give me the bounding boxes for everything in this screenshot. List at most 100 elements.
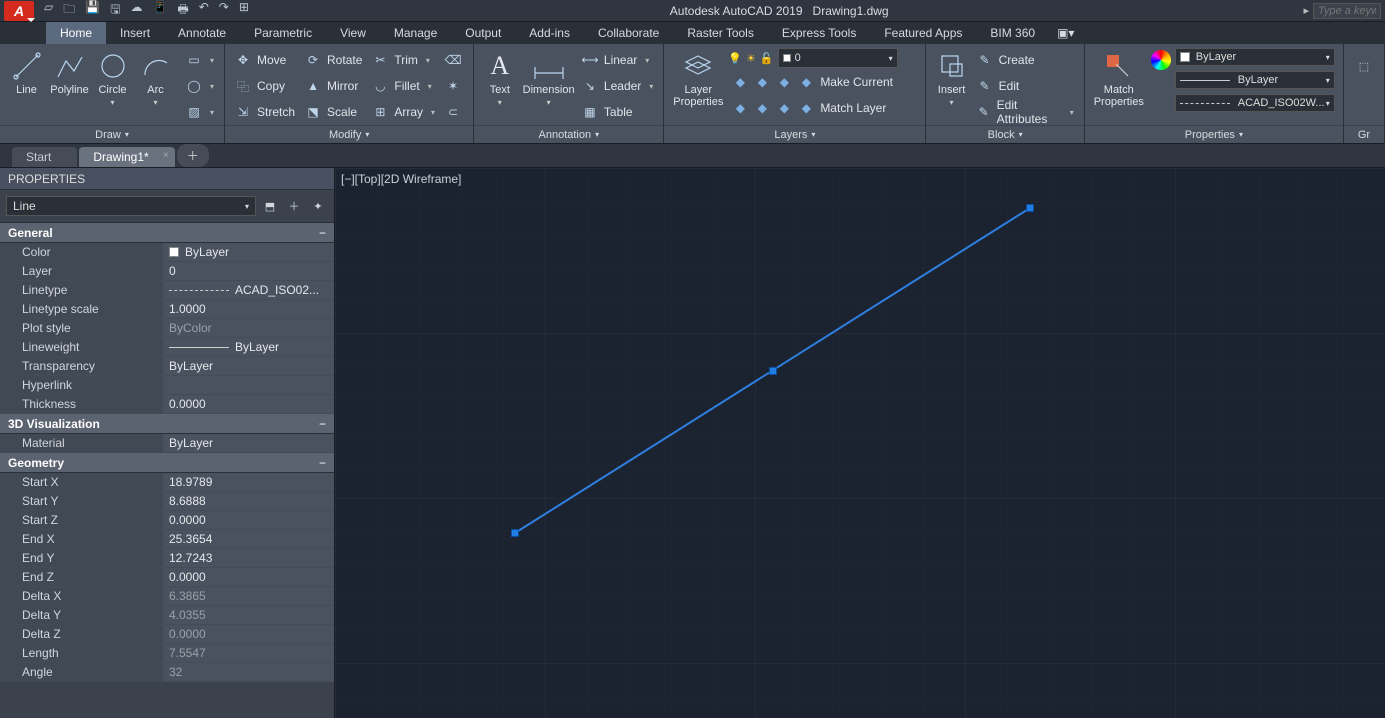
toggle-pickadd-icon[interactable]: ⬒: [260, 196, 280, 216]
prop-row-end-x[interactable]: End X25.3654: [0, 530, 334, 549]
panel-groups-caption[interactable]: Gr: [1344, 125, 1384, 143]
fillet-button[interactable]: ◡Fillet▾: [368, 74, 439, 98]
color-combo[interactable]: ByLayer▾: [1175, 48, 1335, 66]
panel-properties-caption[interactable]: Properties▾: [1085, 125, 1343, 143]
prop-value[interactable]: ByLayer: [163, 338, 334, 356]
prop-row-delta-y[interactable]: Delta Y4.0355: [0, 606, 334, 625]
draw-hatch-icon[interactable]: ▨▾: [182, 100, 218, 124]
qat-undo-icon[interactable]: ↶: [199, 0, 209, 21]
tab-options-icon[interactable]: ▣▾: [1049, 22, 1082, 44]
prop-value[interactable]: ByColor: [163, 319, 334, 337]
prop-row-start-x[interactable]: Start X18.9789: [0, 473, 334, 492]
tab-annotate[interactable]: Annotate: [164, 22, 240, 44]
tab-manage[interactable]: Manage: [380, 22, 451, 44]
selected-line[interactable]: [335, 168, 1385, 718]
linetype-combo[interactable]: ACAD_ISO02W...▾: [1175, 94, 1335, 112]
prop-row-thickness[interactable]: Thickness0.0000: [0, 395, 334, 414]
layer-properties-button[interactable]: Layer Properties: [670, 48, 726, 108]
tab-view[interactable]: View: [326, 22, 380, 44]
prop-value[interactable]: 0.0000: [163, 625, 334, 643]
prop-value[interactable]: 7.5547: [163, 644, 334, 662]
section-geometry[interactable]: Geometry−: [0, 453, 334, 473]
close-icon[interactable]: ×: [163, 150, 169, 161]
prop-row-end-z[interactable]: End Z0.0000: [0, 568, 334, 587]
offset-icon[interactable]: ⊂: [441, 100, 465, 124]
tab-bim-360[interactable]: BIM 360: [976, 22, 1049, 44]
block-create-button[interactable]: ✎Create: [973, 48, 1078, 72]
qat-cloud-icon[interactable]: ☁: [130, 0, 142, 21]
panel-block-caption[interactable]: Block▾: [926, 125, 1083, 143]
tab-express-tools[interactable]: Express Tools: [768, 22, 870, 44]
panel-draw-caption[interactable]: Draw▾: [0, 125, 224, 143]
panel-annotation-caption[interactable]: Annotation▾: [474, 125, 663, 143]
prop-row-transparency[interactable]: TransparencyByLayer: [0, 357, 334, 376]
prop-value[interactable]: 0.0000: [163, 511, 334, 529]
prop-value[interactable]: 25.3654: [163, 530, 334, 548]
arc-button[interactable]: Arc▾: [135, 48, 176, 107]
help-search[interactable]: [1313, 3, 1381, 19]
prop-row-plot-style[interactable]: Plot styleByColor: [0, 319, 334, 338]
match-properties-button[interactable]: Match Properties: [1091, 48, 1147, 108]
new-tab-button[interactable]: ＋: [177, 144, 209, 167]
block-edit-button[interactable]: ✎Edit: [973, 74, 1078, 98]
prop-value[interactable]: [163, 376, 334, 394]
dimension-button[interactable]: Dimension▾: [521, 48, 576, 107]
grip-start[interactable]: [511, 529, 519, 537]
prop-value[interactable]: 18.9789: [163, 473, 334, 491]
layer-bulb-icon[interactable]: 💡: [728, 52, 742, 65]
copy-button[interactable]: ⿻Copy: [231, 74, 299, 98]
prop-value[interactable]: 6.3865: [163, 587, 334, 605]
infocenter-arrow-icon[interactable]: ▸: [1303, 4, 1309, 17]
drawing-canvas[interactable]: [−][Top][2D Wireframe]: [335, 168, 1385, 718]
panel-modify-caption[interactable]: Modify▾: [225, 125, 473, 143]
app-menu-button[interactable]: A: [4, 1, 34, 21]
layer-sun-icon[interactable]: ☀: [746, 52, 756, 65]
file-tab-start[interactable]: Start: [12, 147, 77, 167]
qat-redo-icon[interactable]: ↷: [219, 0, 229, 21]
prop-row-material[interactable]: MaterialByLayer: [0, 434, 334, 453]
tab-add-ins[interactable]: Add-ins: [515, 22, 584, 44]
help-search-input[interactable]: [1313, 3, 1381, 19]
prop-row-linetype[interactable]: LinetypeACAD_ISO02...: [0, 281, 334, 300]
tab-output[interactable]: Output: [451, 22, 515, 44]
panel-layers-caption[interactable]: Layers▾: [664, 125, 925, 143]
prop-row-linetype-scale[interactable]: Linetype scale1.0000: [0, 300, 334, 319]
section-general[interactable]: General−: [0, 223, 334, 243]
match-layer-button[interactable]: ◆ ◆ ◆ ◆ Match Layer: [728, 96, 919, 120]
file-tab-drawing1[interactable]: Drawing1*×: [79, 147, 174, 167]
insert-button[interactable]: Insert▾: [932, 48, 970, 107]
prop-row-delta-x[interactable]: Delta X6.3865: [0, 587, 334, 606]
prop-value[interactable]: 8.6888: [163, 492, 334, 510]
section-3d-visualization[interactable]: 3D Visualization−: [0, 414, 334, 434]
tab-parametric[interactable]: Parametric: [240, 22, 326, 44]
draw-rectangle-icon[interactable]: ▭▾: [182, 48, 218, 72]
qat-mobile-icon[interactable]: 📱: [152, 0, 167, 21]
prop-value[interactable]: ACAD_ISO02...: [163, 281, 334, 299]
grip-mid[interactable]: [769, 367, 777, 375]
prop-row-color[interactable]: ColorByLayer: [0, 243, 334, 262]
qat-new-icon[interactable]: ▱: [44, 0, 53, 21]
tab-raster-tools[interactable]: Raster Tools: [673, 22, 767, 44]
circle-button[interactable]: Circle▾: [92, 48, 133, 107]
prop-row-end-y[interactable]: End Y12.7243: [0, 549, 334, 568]
qat-plot-icon[interactable]: 🖶: [177, 0, 188, 21]
prop-row-lineweight[interactable]: LineweightByLayer: [0, 338, 334, 357]
rotate-button[interactable]: ⟳Rotate: [301, 48, 366, 72]
layer-misc4-icon[interactable]: ◆: [732, 100, 748, 116]
object-type-combo[interactable]: Line▾: [6, 196, 256, 216]
polyline-button[interactable]: Polyline: [49, 48, 90, 96]
prop-row-hyperlink[interactable]: Hyperlink: [0, 376, 334, 395]
lineweight-combo[interactable]: ByLayer▾: [1175, 71, 1335, 89]
make-current-button[interactable]: ◆ ◆ ◆ ◆ Make Current: [728, 70, 919, 94]
prop-row-angle[interactable]: Angle32: [0, 663, 334, 682]
prop-row-layer[interactable]: Layer0: [0, 262, 334, 281]
stretch-button[interactable]: ⇲Stretch: [231, 100, 299, 124]
draw-ellipse-icon[interactable]: ◯▾: [182, 74, 218, 98]
prop-value[interactable]: 12.7243: [163, 549, 334, 567]
tab-home[interactable]: Home: [46, 22, 106, 44]
layer-misc1-icon[interactable]: ◆: [732, 74, 748, 90]
prop-value[interactable]: 1.0000: [163, 300, 334, 318]
layer-misc5-icon[interactable]: ◆: [754, 100, 770, 116]
array-button[interactable]: ⊞Array▾: [368, 100, 439, 124]
prop-row-length[interactable]: Length7.5547: [0, 644, 334, 663]
